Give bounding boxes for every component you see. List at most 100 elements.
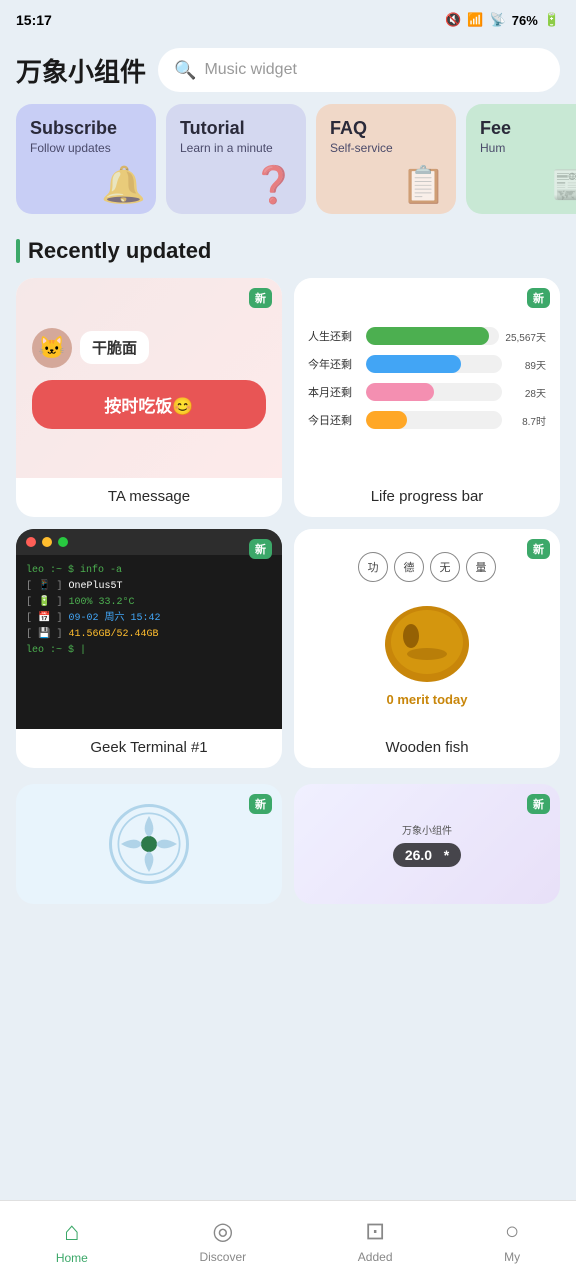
fish-svg [377,594,477,684]
term-line-3: [ 🔋 ] 100% 33.2°C [26,595,272,611]
term-line-1: leo :~ $ info -a [26,563,272,579]
ac-preview: 万象小组件 26.0 * [294,784,560,904]
section-header: Recently updated [0,230,576,278]
fan-circle [109,804,189,884]
nav-discover[interactable]: ◎ Discover [183,1209,262,1272]
life-days-4: 8.7时 [508,413,546,428]
fish-body-container [377,594,477,684]
term-line-2: [ 📱 ] OnePlus5T [26,579,272,595]
life-days-1: 25,567天 [505,329,546,344]
section-title: Recently updated [28,238,211,264]
term-line-4: [ 📅 ] 09-02 周六 15:42 [26,611,272,627]
life-row-3: 本月还剩 28天 [308,383,546,401]
added-icon: ⊡ [365,1217,385,1246]
ta-message-preview: 新 🐱 干脆面 按时吃饭😊 [16,278,282,478]
signal-icon: 📡 [490,12,506,28]
geek-terminal-label: Geek Terminal #1 [16,729,282,768]
widget-geek-terminal[interactable]: 新 leo :~ $ info -a [ 📱 ] OnePlus5T [16,529,282,768]
cat-tutorial-icon: ❓ [251,164,296,206]
search-bar[interactable]: 🔍 Music widget [158,48,560,92]
life-label-1: 人生还剩 [308,328,360,344]
battery-text: 76% [512,13,538,28]
life-label-3: 本月还剩 [308,384,360,400]
terminal-preview: 新 leo :~ $ info -a [ 📱 ] OnePlus5T [16,529,282,729]
cat-subscribe-subtitle: Follow updates [30,141,142,155]
merit-circle-1: 功 [358,552,388,582]
woodenfish-content: 功 德 无 量 0 merit today [294,529,560,729]
life-bar-fill-4 [366,411,407,429]
term-line-5: [ 💾 ] 41.56GB/52.44GB [26,627,272,643]
search-placeholder: Music widget [204,61,296,79]
my-icon: ○ [505,1218,520,1246]
cat-subscribe-title: Subscribe [30,118,142,139]
category-faq[interactable]: FAQ Self-service 📋 [316,104,456,214]
status-icons: 🔇 📶 📡 76% 🔋 [445,12,560,28]
section-bar-accent [16,239,20,263]
ta-preview-content: 🐱 干脆面 按时吃饭😊 [16,278,282,478]
merit-circle-4: 量 [466,552,496,582]
cat-feed-title: Fee [480,118,576,139]
life-preview-content: 人生还剩 25,567天 今年还剩 89天 本月还剩 [294,278,560,478]
cat-faq-title: FAQ [330,118,442,139]
fan-preview [16,784,282,904]
terminal-titlebar [16,529,282,555]
widget-life-progress[interactable]: 新 人生还剩 25,567天 今年还剩 89天 本月还剩 [294,278,560,517]
life-label-4: 今日还剩 [308,412,360,428]
life-days-2: 89天 [508,357,546,372]
partial-widget-grid: 新 新 万象小组件 26.0 * [0,784,576,1004]
battery-icon: 🔋 [544,12,560,28]
life-bar-bg-3 [366,383,502,401]
life-bar-bg-4 [366,411,502,429]
partial-fan-card[interactable]: 新 [16,784,282,904]
life-progress-preview: 新 人生还剩 25,567天 今年还剩 89天 本月还剩 [294,278,560,478]
nav-added[interactable]: ⊡ Added [342,1209,409,1272]
nav-my[interactable]: ○ My [488,1210,536,1272]
search-icon: 🔍 [174,60,196,81]
category-tutorial[interactable]: Tutorial Learn in a minute ❓ [166,104,306,214]
badge-new-ta: 新 [249,288,272,308]
time: 15:17 [16,12,52,28]
terminal-dot-yellow [42,537,52,547]
home-icon: ⌂ [64,1216,80,1247]
merit-today-text: 0 merit today [387,692,468,707]
life-label-2: 今年还剩 [308,356,360,372]
badge-new-life: 新 [527,288,550,308]
ta-message-label: TA message [16,478,282,517]
cat-subscribe-icon: 🔔 [101,164,146,206]
life-bar-fill-1 [366,327,489,345]
cat-feed-icon: 📰 [551,164,576,206]
nav-added-label: Added [358,1250,393,1264]
terminal-body: leo :~ $ info -a [ 📱 ] OnePlus5T [ 🔋 ] 1… [16,555,282,729]
ac-brand: 万象小组件 [402,822,452,837]
life-bar-bg-2 [366,355,502,373]
partial-ac-card[interactable]: 新 万象小组件 26.0 * [294,784,560,904]
bottom-navigation: ⌂ Home ◎ Discover ⊡ Added ○ My [0,1200,576,1280]
widget-wooden-fish[interactable]: 新 功 德 无 量 0 merit today [294,529,560,768]
terminal-content: leo :~ $ info -a [ 📱 ] OnePlus5T [ 🔋 ] 1… [16,529,282,729]
widget-grid: 新 🐱 干脆面 按时吃饭😊 TA message 新 人生还剩 25,56 [0,278,576,784]
life-bar-fill-2 [366,355,461,373]
app-title: 万象小组件 [16,52,146,89]
nav-discover-label: Discover [199,1250,246,1264]
terminal-dot-red [26,537,36,547]
life-row-4: 今日还剩 8.7时 [308,411,546,429]
life-days-3: 28天 [508,385,546,400]
status-bar: 15:17 🔇 📶 📡 76% 🔋 [0,0,576,40]
category-subscribe[interactable]: Subscribe Follow updates 🔔 [16,104,156,214]
categories-row: Subscribe Follow updates 🔔 Tutorial Lear… [0,104,576,230]
ta-message: 按时吃饭😊 [32,380,266,429]
life-bar-fill-3 [366,383,434,401]
life-bar-bg-1 [366,327,499,345]
merit-circles: 功 德 无 量 [358,552,496,582]
category-feed[interactable]: Fee Hum 📰 [466,104,576,214]
ta-name: 干脆面 [80,331,149,364]
life-progress-label: Life progress bar [294,478,560,517]
wifi-icon: 📶 [467,12,483,28]
fan-blades-svg [114,809,184,879]
cat-tutorial-subtitle: Learn in a minute [180,141,292,155]
ta-avatar: 🐱 [32,328,72,368]
nav-home[interactable]: ⌂ Home [40,1208,104,1273]
header: 万象小组件 🔍 Music widget [0,40,576,104]
widget-ta-message[interactable]: 新 🐱 干脆面 按时吃饭😊 TA message [16,278,282,517]
merit-circle-3: 无 [430,552,460,582]
